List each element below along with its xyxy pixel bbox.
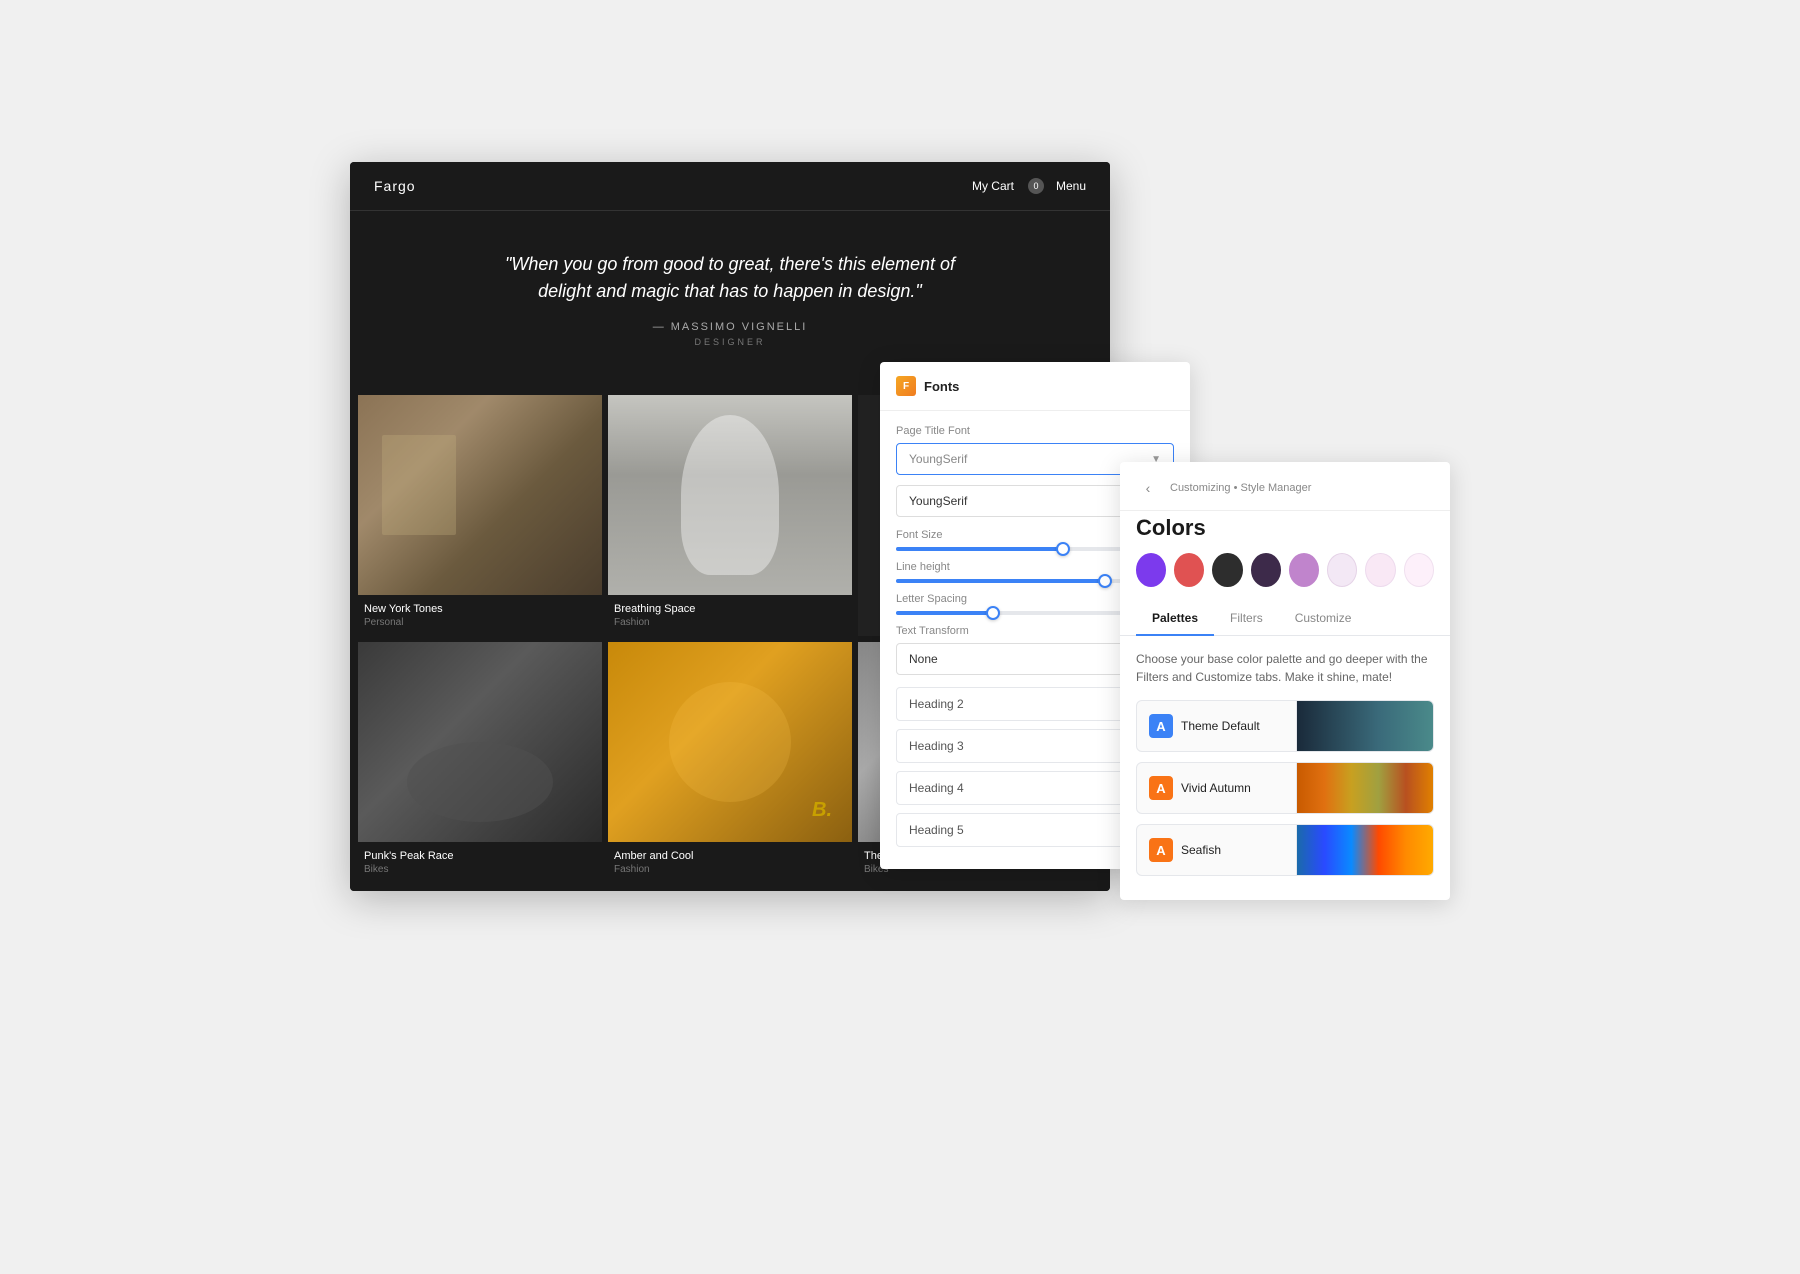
body-font-value: YoungSerif [909,494,967,508]
tab-palettes[interactable]: Palettes [1136,601,1214,635]
colors-panel-header: ‹ Customizing • Style Manager [1120,462,1450,511]
hero-quote: "When you go from good to great, there's… [480,251,980,305]
site-nav: My Cart 0 Menu [972,178,1086,194]
palette-label-autumn: A Vivid Autumn [1137,763,1297,813]
fonts-panel-header: F Fonts [880,362,1190,411]
page-title-font-label: Page Title Font [896,425,1174,437]
palette-name-default: Theme Default [1181,719,1260,733]
font-size-thumb[interactable] [1056,542,1070,556]
palette-preview-autumn [1297,763,1433,813]
swatch-dark1[interactable] [1212,553,1242,587]
grid-caption-1: Breathing Space Fashion [608,595,852,636]
back-button[interactable]: ‹ [1136,476,1160,500]
colors-body: Choose your base color palette and go de… [1120,636,1450,900]
grid-item-3[interactable]: B. Amber and Cool Fashion [608,642,852,883]
grid-title-3: Amber and Cool [614,850,846,862]
line-height-thumb[interactable] [1098,574,1112,588]
colors-title: Colors [1120,511,1450,553]
heading3-label: Heading 3 [909,739,964,753]
site-hero: "When you go from good to great, there's… [350,211,1110,387]
fonts-panel-title: Fonts [924,379,959,394]
swatch-pink-light[interactable] [1327,553,1357,587]
grid-item-0[interactable]: New York Tones Personal [358,395,602,636]
grid-title-2: Punk's Peak Race [364,850,596,862]
cart-count: 0 [1028,178,1044,194]
heading5-label: Heading 5 [909,823,964,837]
heading2-label: Heading 2 [909,697,964,711]
letter-spacing-fill [896,611,993,615]
grid-caption-2: Punk's Peak Race Bikes [358,842,602,883]
swatch-purple[interactable] [1136,553,1166,587]
grid-caption-0: New York Tones Personal [358,595,602,636]
palette-preview-seafish [1297,825,1433,875]
palette-name-autumn: Vivid Autumn [1181,781,1251,795]
swatch-mauve[interactable] [1289,553,1319,587]
site-logo: Fargo [374,178,416,194]
grid-item-1[interactable]: Breathing Space Fashion [608,395,852,636]
site-header: Fargo My Cart 0 Menu [350,162,1110,211]
palette-item-seafish[interactable]: A Seafish [1136,824,1434,876]
hero-author: — MASSIMO VIGNELLI [374,321,1086,333]
palette-icon-default: A [1149,714,1173,738]
palette-item-default[interactable]: A Theme Default [1136,700,1434,752]
grid-item-2[interactable]: Punk's Peak Race Bikes [358,642,602,883]
tab-customize[interactable]: Customize [1279,601,1368,635]
grid-category-3: Fashion [614,864,846,875]
grid-category-0: Personal [364,617,596,628]
palette-icon-autumn: A [1149,776,1173,800]
text-transform-value: None [909,652,938,666]
font-size-fill [896,547,1063,551]
tab-filters[interactable]: Filters [1214,601,1279,635]
palette-item-autumn[interactable]: A Vivid Autumn [1136,762,1434,814]
palette-label-seafish: A Seafish [1137,825,1297,875]
grid-caption-3: Amber and Cool Fashion [608,842,852,883]
swatch-dark2[interactable] [1251,553,1281,587]
fonts-icon: F [896,376,916,396]
colors-tabs: Palettes Filters Customize [1120,601,1450,636]
page-title-font-value: YoungSerif [909,452,967,466]
color-swatches [1120,553,1450,601]
grid-title-0: New York Tones [364,603,596,615]
grid-category-2: Bikes [364,864,596,875]
palette-preview-default [1297,701,1433,751]
letter-spacing-thumb[interactable] [986,606,1000,620]
hero-author-title: DESIGNER [374,337,1086,347]
grid-title-1: Breathing Space [614,603,846,615]
scene: Fargo My Cart 0 Menu "When you go from g… [350,162,1450,1112]
colors-description: Choose your base color palette and go de… [1136,650,1434,686]
grid-category-1: Fashion [614,617,846,628]
swatch-pink-lighter[interactable] [1365,553,1395,587]
palette-icon-seafish: A [1149,838,1173,862]
menu-label[interactable]: Menu [1056,179,1086,193]
palette-label-default: A Theme Default [1137,701,1297,751]
colors-panel: ‹ Customizing • Style Manager Colors Pal… [1120,462,1450,900]
cart-label[interactable]: My Cart [972,179,1014,193]
swatch-red[interactable] [1174,553,1204,587]
palette-name-seafish: Seafish [1181,843,1221,857]
swatch-pink-lightest[interactable] [1404,553,1434,587]
colors-breadcrumb: Customizing • Style Manager [1170,482,1311,494]
heading4-label: Heading 4 [909,781,964,795]
line-height-fill [896,579,1105,583]
